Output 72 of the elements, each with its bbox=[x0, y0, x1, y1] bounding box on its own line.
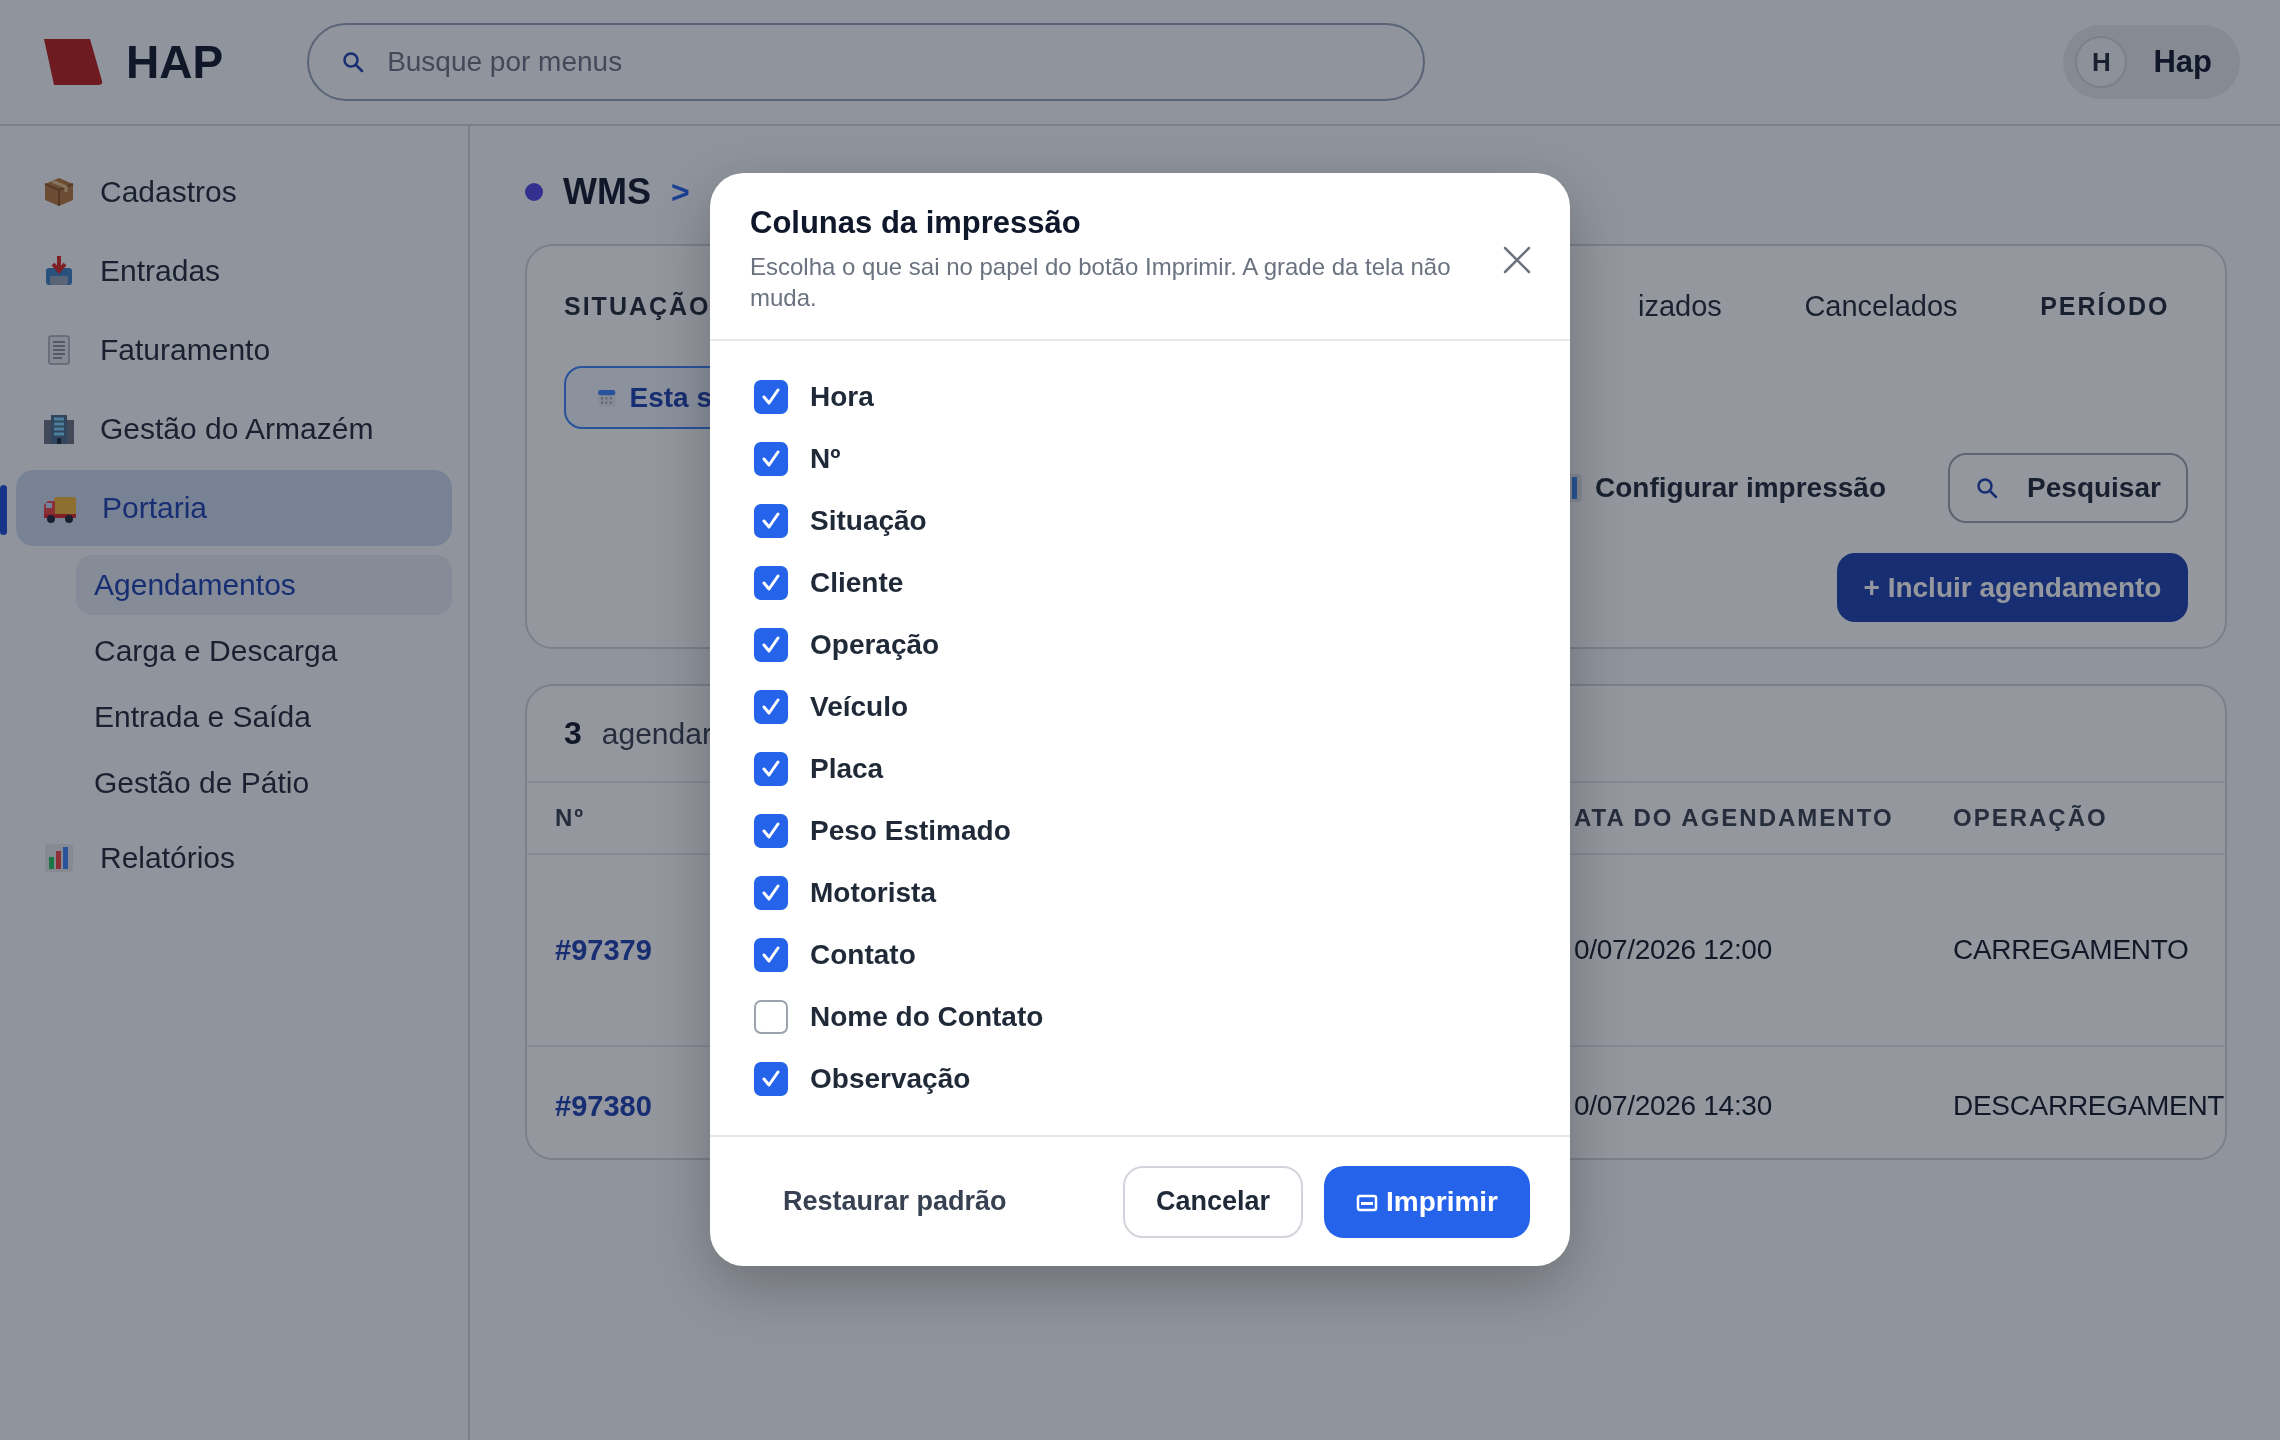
search-field[interactable]: Busque por menus bbox=[307, 23, 1426, 101]
add-appointment-button[interactable]: + Incluir agendamento bbox=[1837, 553, 2188, 622]
sidebar-subitem[interactable]: Agendamentos bbox=[76, 555, 452, 615]
building-icon bbox=[42, 412, 76, 446]
table-cell: CARREGAMENTO bbox=[1953, 934, 2189, 966]
checkbox[interactable] bbox=[754, 442, 788, 476]
checkbox[interactable] bbox=[754, 876, 788, 910]
sidebar-item[interactable]: Gestão do Armazém bbox=[16, 391, 452, 467]
close-icon[interactable] bbox=[1502, 245, 1532, 275]
column-option-label: Placa bbox=[810, 753, 884, 785]
column-option-label: Operação bbox=[810, 629, 940, 661]
checkbox[interactable] bbox=[754, 690, 788, 724]
cancel-button[interactable]: Cancelar bbox=[1123, 1165, 1303, 1238]
filter-label: SITUAÇÃO bbox=[564, 291, 711, 321]
column-header: Nº bbox=[555, 804, 586, 832]
dialog-title: Colunas da impressão bbox=[750, 205, 1082, 241]
column-option-label: Veículo bbox=[810, 691, 909, 723]
status-tab[interactable]: izados bbox=[1638, 289, 1741, 323]
column-option-label: Situação bbox=[810, 505, 927, 537]
column-option-label: Nome do Contato bbox=[810, 1001, 1044, 1033]
checkbox[interactable] bbox=[754, 504, 788, 538]
sidebar-subitem[interactable]: Carga e Descarga bbox=[76, 621, 452, 681]
checkbox[interactable] bbox=[754, 938, 788, 972]
table-cell: 0/07/2026 12:00 bbox=[1574, 934, 1772, 966]
column-header: ATA DO AGENDAMENTO bbox=[1574, 804, 1894, 832]
period-button[interactable]: Esta s bbox=[564, 366, 712, 429]
restore-defaults-button[interactable]: Restaurar padrão bbox=[755, 1186, 1035, 1217]
checkbox[interactable] bbox=[754, 1000, 788, 1034]
checkbox[interactable] bbox=[754, 1062, 788, 1096]
sidebar-item[interactable]: Entradas bbox=[16, 233, 452, 309]
column-option-label: Peso Estimado bbox=[810, 815, 1011, 847]
column-option-label: Observação bbox=[810, 1063, 971, 1095]
dialog-description: Escolha o que sai no papel do botão Imprimir. A grade da tela não muda. bbox=[750, 252, 1452, 313]
column-option-label: Hora bbox=[810, 381, 874, 413]
bar-chart-icon bbox=[42, 841, 76, 875]
column-header: OPERAÇÃO bbox=[1953, 804, 2108, 832]
sidebar-item[interactable]: Cadastros bbox=[16, 154, 452, 230]
column-option-label: Cliente bbox=[810, 567, 904, 599]
column-option-label: Motorista bbox=[810, 877, 936, 909]
table-cell: DESCARREGAMENT bbox=[1953, 1090, 2225, 1122]
sidebar-subitem[interactable]: Gestão de Pátio bbox=[76, 753, 452, 813]
checkbox[interactable] bbox=[754, 380, 788, 414]
user-menu[interactable]: H Hap bbox=[2063, 25, 2240, 99]
search-button[interactable]: Pesquisar bbox=[1948, 453, 2188, 523]
appointment-link[interactable]: #97380 bbox=[555, 1089, 652, 1123]
user-avatar: H bbox=[2075, 36, 2128, 88]
checkbox[interactable] bbox=[754, 628, 788, 662]
column-option-label: Nº bbox=[810, 443, 841, 475]
column-option-label: Contato bbox=[810, 939, 916, 971]
checkbox[interactable] bbox=[754, 752, 788, 786]
sidebar-item[interactable]: Faturamento bbox=[16, 312, 452, 388]
status-tab[interactable]: Cancelados bbox=[1804, 289, 1977, 323]
box-icon bbox=[42, 175, 76, 209]
filter-label: PERÍODO bbox=[2040, 291, 2170, 321]
table-cell: 0/07/2026 14:30 bbox=[1574, 1090, 1772, 1122]
print-button[interactable]: Imprimir bbox=[1324, 1165, 1530, 1238]
sidebar-item[interactable]: Portaria bbox=[16, 470, 452, 546]
result-label: agendar bbox=[601, 716, 712, 751]
appointment-link[interactable]: #97379 bbox=[555, 933, 652, 967]
search-icon bbox=[341, 50, 366, 74]
breadcrumb-separator: > bbox=[671, 173, 690, 211]
result-count: 3 bbox=[564, 715, 582, 752]
breadcrumb-link[interactable]: WMS bbox=[563, 171, 651, 213]
checkbox[interactable] bbox=[754, 566, 788, 600]
checkbox[interactable] bbox=[754, 814, 788, 848]
status-dot bbox=[525, 183, 543, 201]
sidebar-item[interactable]: Relatórios bbox=[16, 820, 452, 896]
sidebar-subitem[interactable]: Entrada e Saída bbox=[76, 687, 452, 747]
active-indicator bbox=[0, 484, 7, 535]
logo-text: HAP bbox=[126, 35, 224, 89]
search-icon bbox=[1975, 476, 2000, 500]
user-name: Hap bbox=[2153, 44, 2212, 80]
